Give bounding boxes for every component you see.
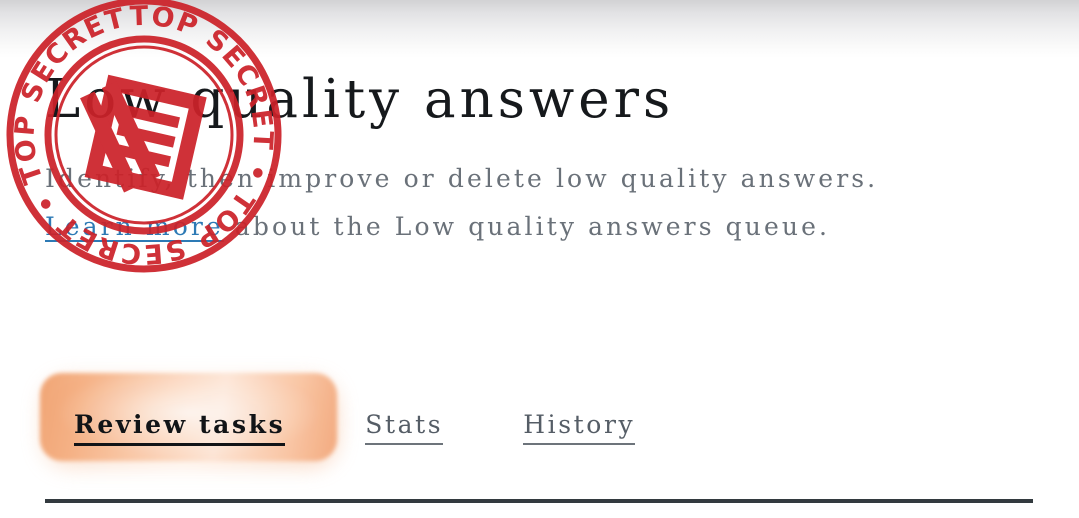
tab-history[interactable]: History: [483, 368, 675, 479]
tab-review-tasks[interactable]: Review tasks: [38, 368, 337, 479]
tab-review-tasks-label: Review tasks: [74, 410, 286, 446]
description-after-link: about the Low quality answers queue.: [223, 212, 831, 241]
tab-stats-label: Stats: [365, 410, 444, 445]
page-description: Identify, then improve or delete low qua…: [45, 155, 1045, 251]
tab-stats[interactable]: Stats: [325, 368, 483, 479]
tab-history-label: History: [523, 410, 636, 445]
section-divider: [45, 499, 1033, 503]
page-root: Low quality answers Identify, then impro…: [0, 0, 1079, 518]
description-line-2: Learn more about the Low quality answers…: [45, 203, 1045, 251]
page-title: Low quality answers: [45, 69, 675, 130]
description-line-1: Identify, then improve or delete low qua…: [45, 164, 879, 193]
learn-more-link[interactable]: Learn more: [45, 212, 224, 241]
tab-bar: Review tasks Stats History: [38, 368, 675, 466]
